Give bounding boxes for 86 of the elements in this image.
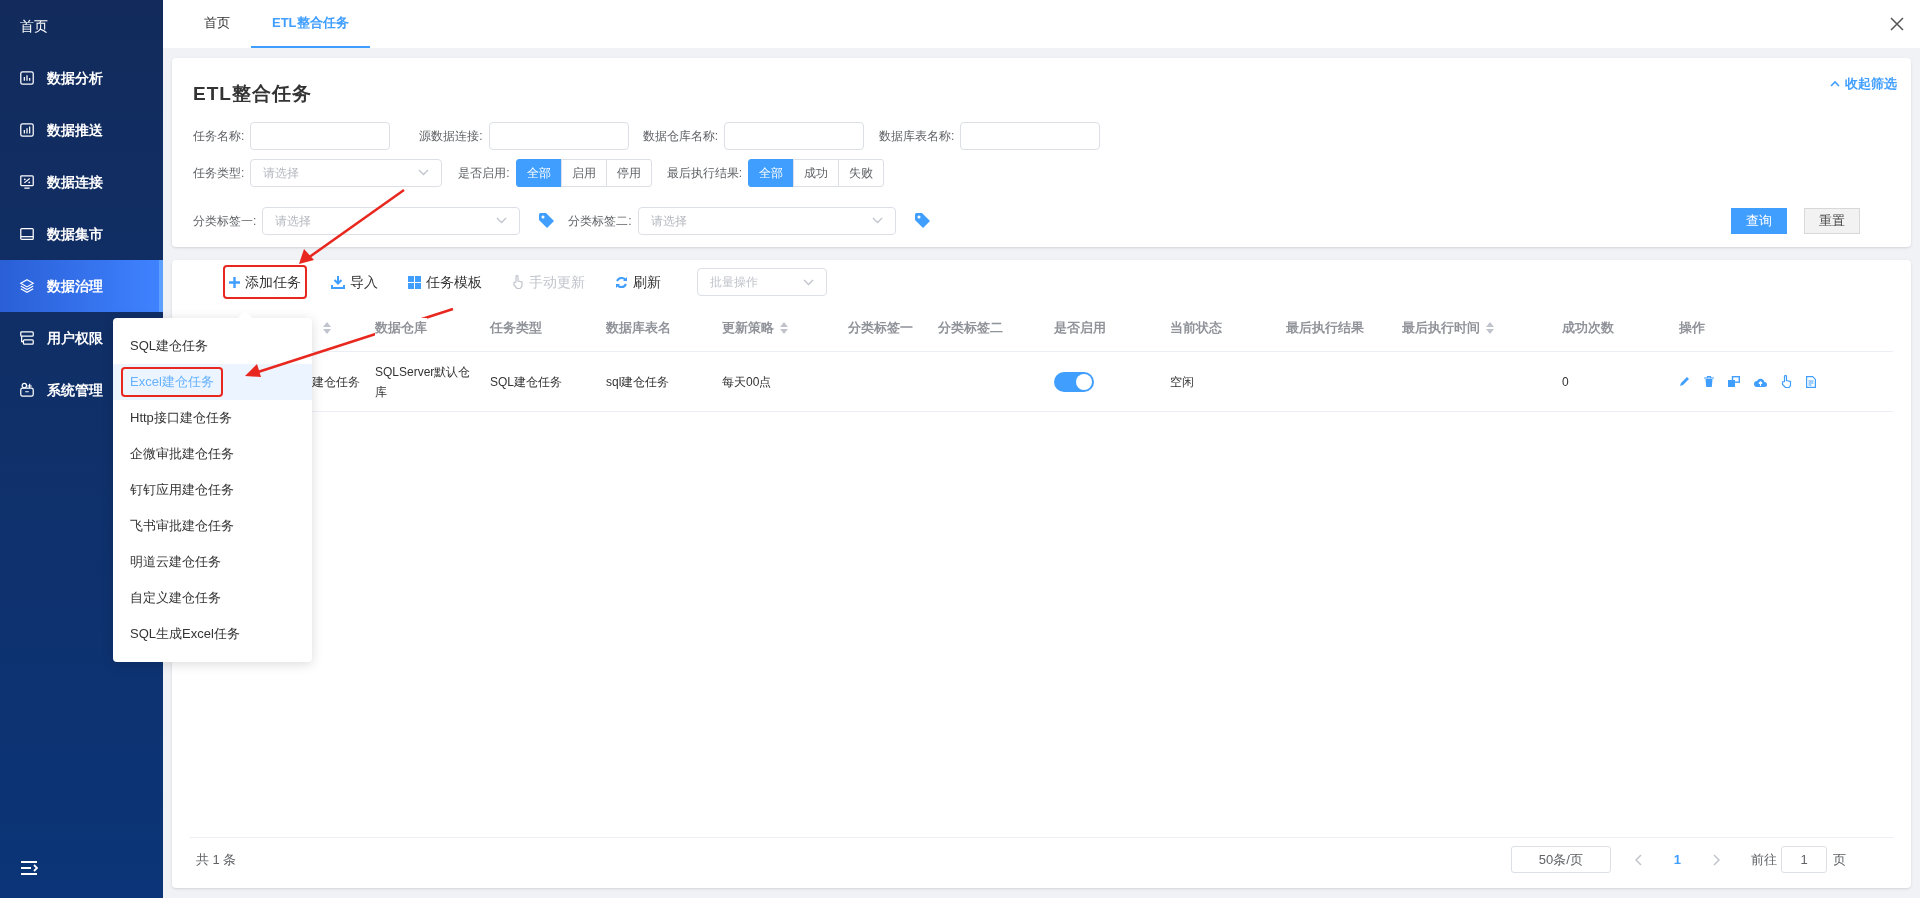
sidebar-item[interactable]: 数据治理 <box>0 260 163 312</box>
sidebar-item[interactable]: 首页 <box>0 0 163 52</box>
sort-icon[interactable] <box>323 321 331 334</box>
segment-button[interactable]: 失败 <box>838 158 885 187</box>
chevron-down-icon <box>496 217 508 224</box>
plus-icon <box>229 276 240 288</box>
download-icon <box>331 275 345 289</box>
tag-icon[interactable] <box>913 212 931 229</box>
table-cell: sql建仓任务 <box>606 374 670 389</box>
goto-label: 前往 <box>1751 850 1777 869</box>
pointer-hand-icon[interactable] <box>1781 375 1792 388</box>
segment-button[interactable]: 成功 <box>793 158 840 187</box>
table-cell: SQLServer默认仓库 <box>375 364 471 399</box>
toolbar-button[interactable]: 刷新 <box>611 267 665 297</box>
toolbar-button[interactable]: 导入 <box>327 267 382 297</box>
reset-button[interactable]: 重置 <box>1804 207 1860 234</box>
field-label: 数据库表名称: <box>879 127 955 145</box>
menu-item[interactable]: 飞书审批建仓任务 <box>123 513 241 539</box>
goto-page-input[interactable]: 1 <box>1781 846 1827 873</box>
chevron-up-icon <box>1830 80 1840 88</box>
menu-item[interactable]: SQL生成Excel任务 <box>123 621 247 647</box>
tab[interactable]: 首页 <box>183 0 251 48</box>
menu-icon <box>19 382 35 398</box>
text-input[interactable] <box>488 121 629 150</box>
close-icon[interactable] <box>1890 17 1904 31</box>
column-header: 是否启用 <box>1054 317 1106 338</box>
sidebar-item[interactable]: 数据集市 <box>0 208 163 260</box>
field-label: 任务类型: <box>193 164 245 182</box>
refresh-icon <box>615 275 628 289</box>
page-suffix: 页 <box>1833 850 1846 869</box>
segment-button[interactable]: 启用 <box>560 158 607 187</box>
tag-icon[interactable] <box>538 212 556 229</box>
menu-item[interactable]: SQL建仓任务 <box>123 333 215 359</box>
menu-icon <box>19 70 35 86</box>
menu-icon <box>19 122 35 138</box>
text-input[interactable] <box>724 121 865 150</box>
text-input[interactable] <box>960 121 1101 150</box>
delete-icon[interactable] <box>1704 376 1714 387</box>
menu-item[interactable]: 明道云建仓任务 <box>123 549 228 575</box>
total-count: 共 1 条 <box>196 850 237 869</box>
table-cell: 建仓任务 <box>312 374 360 389</box>
pointer-hand-icon <box>512 275 524 289</box>
grid-icon <box>408 275 421 289</box>
menu-item[interactable]: 企微审批建仓任务 <box>123 441 241 467</box>
table-cell: SQL建仓任务 <box>490 374 562 389</box>
table-cell: 每天00点 <box>722 374 772 389</box>
previous-page-icon[interactable] <box>1634 853 1643 866</box>
sidebar-item[interactable]: 数据推送 <box>0 104 163 156</box>
sidebar-item[interactable]: 数据分析 <box>0 52 163 104</box>
toolbar-button[interactable]: 添加任务 <box>225 267 305 297</box>
chevron-down-icon <box>418 169 430 176</box>
menu-item[interactable]: 钉钉应用建仓任务 <box>123 477 241 503</box>
document-icon[interactable] <box>1806 375 1816 388</box>
menu-icon <box>19 174 35 190</box>
field-label: 数据仓库名称: <box>642 127 719 145</box>
field-label: 是否启用: <box>458 164 510 182</box>
page-size-select[interactable]: 50条/页 <box>1510 846 1611 873</box>
menu-item[interactable]: 自定义建仓任务 <box>123 585 228 611</box>
chevron-down-icon <box>871 217 883 224</box>
sidebar-item[interactable]: 数据连接 <box>0 156 163 208</box>
field-label: 源数据连接: <box>419 127 483 145</box>
menu-icon <box>19 226 35 242</box>
sort-icon[interactable] <box>1486 321 1494 334</box>
toggle-switch[interactable] <box>1054 371 1094 392</box>
field-label: 任务名称: <box>193 127 245 145</box>
sort-icon[interactable] <box>780 321 788 334</box>
table-cell: 空闲 <box>1170 374 1194 389</box>
chevron-down-icon <box>803 278 814 286</box>
field-label: 最后执行结果: <box>666 164 743 182</box>
text-input[interactable] <box>250 121 391 150</box>
toolbar-button[interactable]: 任务模板 <box>404 267 486 297</box>
edit-icon[interactable] <box>1679 376 1690 387</box>
field-label: 分类标签一: <box>193 212 257 230</box>
field-label: 分类标签二: <box>568 212 632 230</box>
column-header: 数据仓库 <box>375 317 427 338</box>
cloud-upload-icon[interactable] <box>1754 376 1767 387</box>
menu-icon <box>19 278 35 294</box>
table-cell: 0 <box>1562 374 1569 389</box>
column-header: 数据库表名 <box>606 317 671 338</box>
copy-icon[interactable] <box>1728 376 1740 387</box>
menu-icon <box>19 330 35 346</box>
segment-button[interactable]: 停用 <box>605 158 652 187</box>
next-page-icon[interactable] <box>1712 853 1720 866</box>
menu-fold-icon[interactable] <box>20 860 38 876</box>
menu-item[interactable]: Http接口建仓任务 <box>123 405 239 431</box>
page-title: ETL整合任务 <box>193 82 312 106</box>
